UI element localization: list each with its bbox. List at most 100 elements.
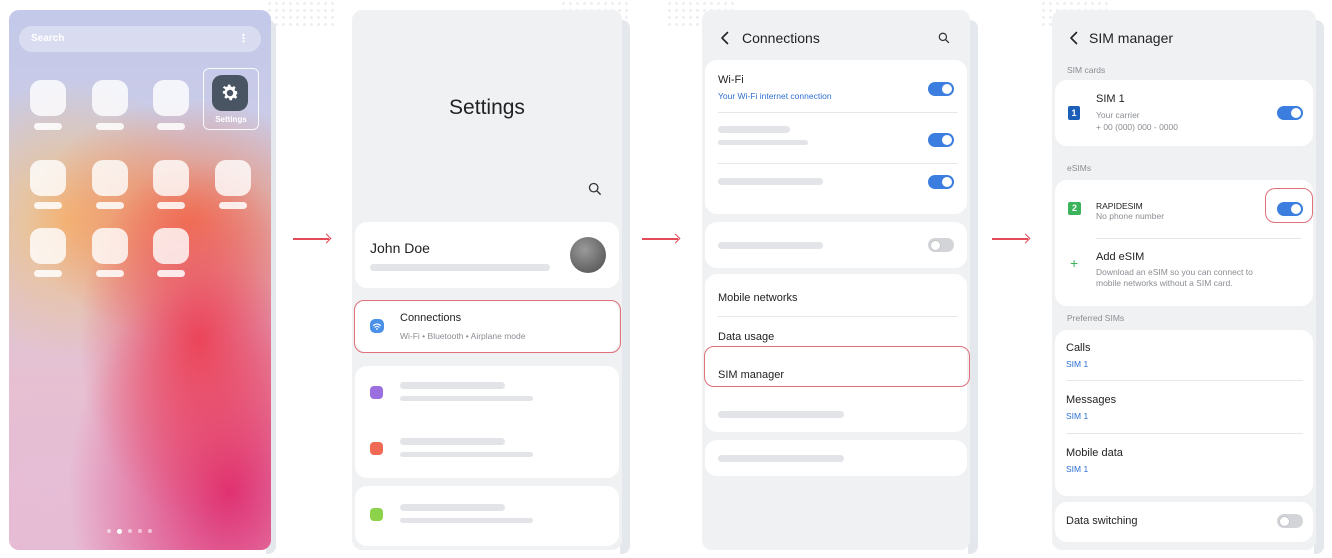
app-icon[interactable] [30,228,66,264]
placeholder-bar [370,264,550,271]
placeholder-bar [718,455,844,462]
app-label [219,202,247,209]
search-icon[interactable] [588,182,602,196]
app-icon[interactable] [92,80,128,116]
add-esim-description: mobile networks without a SIM card. [1096,278,1233,288]
wifi-title: Wi-Fi [718,74,744,86]
section-header: eSIMs [1067,163,1092,173]
data-switching-toggle[interactable] [1277,514,1303,528]
sim-manager-highlight [704,346,970,387]
app-label [34,202,62,209]
placeholder-bar [400,438,505,445]
app-label [34,123,62,130]
preferred-label[interactable]: Mobile data [1066,447,1123,459]
preferred-value: SIM 1 [1066,464,1089,474]
settings-screen: Settings John Doe Connections Wi-Fi • Bl… [352,10,622,550]
section-header: Preferred SIMs [1067,313,1125,323]
page-dot [138,529,142,533]
search-icon[interactable] [938,32,950,44]
app-icon[interactable] [153,80,189,116]
sim1-title: SIM 1 [1096,93,1125,105]
list-item-label[interactable]: Data usage [718,331,774,343]
app-label [157,270,185,277]
placeholder-bar [400,452,533,457]
placeholder-bar [718,411,844,418]
sim1-card[interactable]: 1 SIM 1 Your carrier + 00 (000) 000 - 00… [1055,80,1313,146]
connections-group [705,440,967,476]
page-dot [128,529,132,533]
placeholder-bar [400,518,533,523]
profile-name: John Doe [370,240,430,256]
data-switching-card[interactable]: Data switching [1055,502,1313,542]
placeholder-bar [400,382,505,389]
setting-toggle-off[interactable] [928,238,954,252]
back-chevron-icon[interactable] [720,31,730,45]
settings-app-highlight[interactable]: Settings [203,68,259,130]
setting-toggle[interactable] [928,175,954,189]
page-title: Connections [742,30,820,46]
divider [718,316,958,317]
app-icon[interactable] [153,160,189,196]
sim1-badge: 1 [1071,108,1077,118]
wifi-toggle[interactable] [928,82,954,96]
page-dot [107,529,111,533]
esim-subtitle: No phone number [1096,211,1165,221]
app-icon[interactable] [30,160,66,196]
divider [1096,238,1301,239]
connections-screen: Connections Wi-Fi Your Wi-Fi internet co… [702,10,970,550]
app-icon[interactable] [92,228,128,264]
app-icon[interactable] [92,160,128,196]
settings-app-icon[interactable] [212,75,248,111]
app-label [96,202,124,209]
app-icon[interactable] [153,228,189,264]
esim-icon: 2 [1068,202,1081,215]
settings-group [355,366,619,478]
placeholder-bar [400,396,533,401]
app-label [96,123,124,130]
notification-icon [370,442,383,455]
placeholder-bar [718,178,823,185]
connections-group: Wi-Fi Your Wi-Fi internet connection [705,60,967,214]
settings-group [355,486,619,546]
placeholder-bar [718,126,790,133]
sim-card-icon: 1 [1068,106,1080,120]
more-options-icon[interactable]: ⋮ [238,32,249,45]
app-label [96,270,124,277]
data-switching-label: Data switching [1066,515,1138,527]
app-label [157,202,185,209]
add-esim-title[interactable]: Add eSIM [1096,251,1144,263]
plus-icon: + [1070,255,1079,271]
profile-card[interactable]: John Doe [355,222,619,288]
avatar[interactable] [570,237,606,273]
esim-badge: 2 [1071,203,1077,213]
divider [718,112,958,113]
divider [1066,433,1303,434]
search-label: Search [31,33,65,44]
home-search-bar[interactable]: Search ⋮ [19,26,261,52]
setting-toggle[interactable] [928,133,954,147]
settings-app-label: Settings [215,115,247,124]
esim-name: RAPIDESIM [1096,201,1143,211]
page-indicator [107,528,152,534]
back-chevron-icon[interactable] [1069,31,1079,45]
app-label [34,270,62,277]
page-title: SIM manager [1089,30,1174,46]
sim1-number: + 00 (000) 000 - 0000 [1096,122,1178,132]
divider [718,163,958,164]
page-dot [148,529,152,533]
app-icon[interactable] [215,160,251,196]
list-item-label[interactable]: Mobile networks [718,292,797,304]
page-dot-active [117,528,122,534]
sim1-toggle[interactable] [1277,106,1303,120]
placeholder-bar [718,140,808,145]
sound-icon [370,386,383,399]
preferred-label[interactable]: Messages [1066,394,1116,406]
page-title: Settings [449,96,525,119]
app-icon[interactable] [30,80,66,116]
arrow-right-icon [992,238,1028,240]
placeholder-bar [718,242,823,249]
preferred-label[interactable]: Calls [1066,342,1090,354]
section-header: SIM cards [1067,65,1106,75]
gear-icon [222,84,239,101]
esim-toggle-highlight [1265,188,1313,223]
